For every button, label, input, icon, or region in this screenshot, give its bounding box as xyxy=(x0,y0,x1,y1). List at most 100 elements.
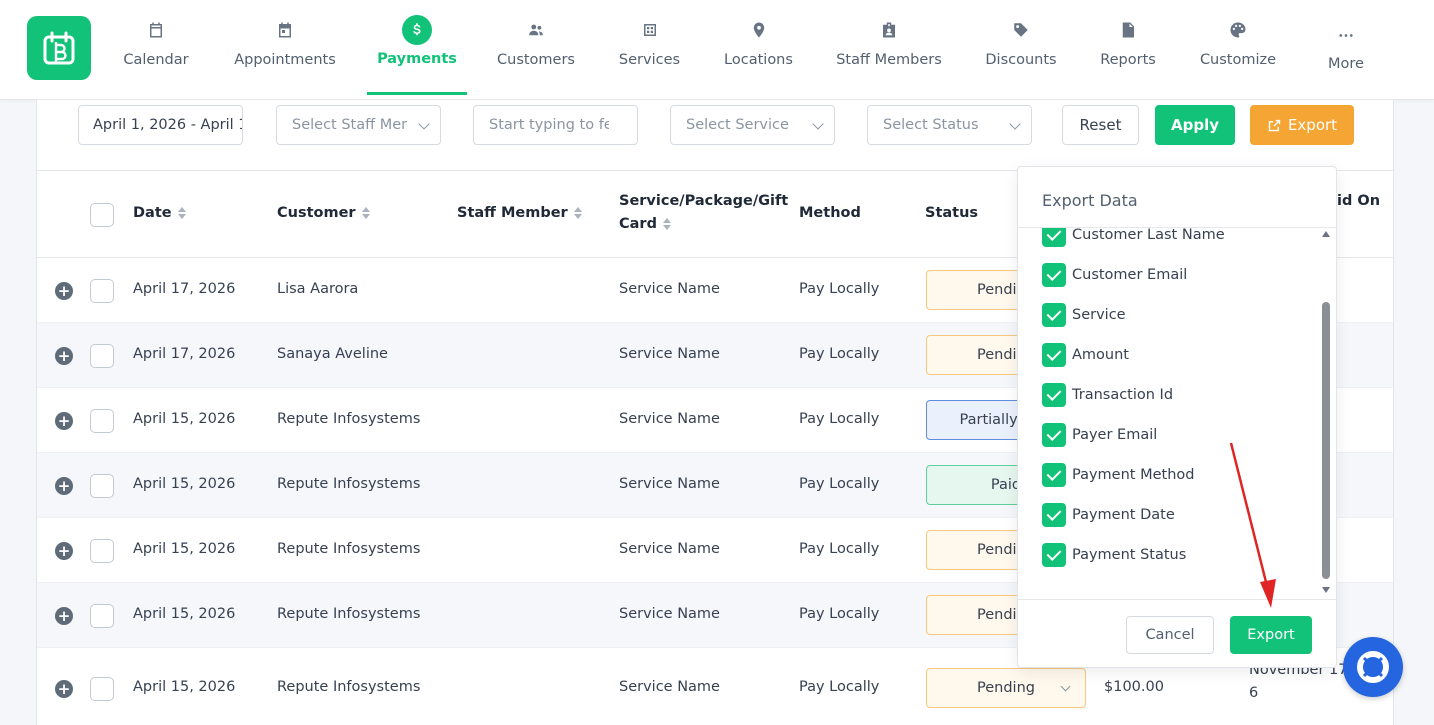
staff-member-select[interactable]: Select Staff Member xyxy=(276,105,441,145)
header-label: Date xyxy=(133,205,172,221)
sort-icon xyxy=(177,207,186,219)
checkbox-checked-icon[interactable] xyxy=(1042,263,1066,287)
nav-reports[interactable]: Reports xyxy=(1094,14,1162,94)
checkbox-checked-icon[interactable] xyxy=(1042,303,1066,327)
expand-row-icon[interactable]: + xyxy=(55,347,73,365)
checkbox-checked-icon[interactable] xyxy=(1042,343,1066,367)
cell-date: April 15, 2026 xyxy=(133,541,236,557)
header-staff-member[interactable]: Staff Member xyxy=(457,202,582,225)
nav-customers[interactable]: Customers xyxy=(493,14,579,94)
expand-row-icon[interactable]: + xyxy=(55,680,73,698)
status-select[interactable]: Pending xyxy=(926,668,1086,708)
expand-row-icon[interactable]: + xyxy=(55,412,73,430)
export-field-option[interactable]: Payment Date xyxy=(1042,503,1175,527)
more-dots-icon xyxy=(1330,18,1362,50)
nav-discounts[interactable]: Discounts xyxy=(982,14,1060,94)
expand-row-icon[interactable]: + xyxy=(55,477,73,495)
cell-date: April 17, 2026 xyxy=(133,281,236,297)
reset-button[interactable]: Reset xyxy=(1062,105,1139,145)
services-icon xyxy=(634,14,666,46)
export-field-label: Payer Email xyxy=(1072,427,1158,443)
palette-icon xyxy=(1222,14,1254,46)
scrollbar-thumb[interactable] xyxy=(1322,302,1330,579)
checkbox-checked-icon[interactable] xyxy=(1042,543,1066,567)
export-data-panel: Export Data Customer Last Name Customer E… xyxy=(1017,166,1337,668)
report-icon xyxy=(1112,14,1144,46)
export-confirm-button[interactable]: Export xyxy=(1230,616,1312,654)
export-field-option[interactable]: Service xyxy=(1042,303,1126,327)
status-select[interactable]: Select Status xyxy=(867,105,1032,145)
export-field-label: Customer Last Name xyxy=(1072,228,1225,243)
export-field-option[interactable]: Customer Last Name xyxy=(1042,228,1225,247)
export-field-label: Payment Date xyxy=(1072,507,1175,523)
checkbox-checked-icon[interactable] xyxy=(1042,463,1066,487)
cell-method: Pay Locally xyxy=(799,281,880,297)
nav-label: Services xyxy=(618,52,681,68)
app-logo[interactable] xyxy=(27,16,91,80)
nav-label: Locations xyxy=(724,52,793,68)
scroll-up-arrow-icon[interactable] xyxy=(1322,231,1330,237)
checkbox-checked-icon[interactable] xyxy=(1042,423,1066,447)
nav-label: Discounts xyxy=(985,52,1057,68)
nav-staff-members[interactable]: Staff Members xyxy=(836,14,942,94)
row-checkbox[interactable] xyxy=(90,279,114,303)
arrow-shaft xyxy=(1229,442,1270,591)
nav-label: More xyxy=(1328,56,1364,72)
service-select[interactable]: Select Service xyxy=(670,105,835,145)
row-checkbox[interactable] xyxy=(90,344,114,368)
cell-amount: $100.00 xyxy=(1104,679,1164,695)
select-all-checkbox[interactable] xyxy=(90,203,114,227)
header-date[interactable]: Date xyxy=(133,202,186,225)
nav-customize[interactable]: Customize xyxy=(1195,14,1281,94)
tag-icon xyxy=(1005,14,1037,46)
export-field-option[interactable]: Customer Email xyxy=(1042,263,1187,287)
cell-service: Service Name xyxy=(619,411,720,427)
apply-button[interactable]: Apply xyxy=(1155,105,1235,145)
scroll-down-arrow-icon[interactable] xyxy=(1322,587,1330,593)
export-button[interactable]: Export xyxy=(1250,105,1354,145)
row-checkbox[interactable] xyxy=(90,409,114,433)
nav-label: Customers xyxy=(497,52,575,68)
row-checkbox[interactable] xyxy=(90,539,114,563)
export-field-label: Payment Status xyxy=(1072,547,1187,563)
header-label: Service/Package/Gift Card xyxy=(619,193,789,232)
staff-badge-icon xyxy=(873,14,905,46)
nav-payments[interactable]: Payments xyxy=(367,14,467,94)
header-customer[interactable]: Customer xyxy=(277,202,370,225)
chevron-down-icon xyxy=(1060,681,1071,692)
date-range-picker[interactable]: April 1, 2026 - April 17, 2026 xyxy=(78,105,243,145)
checkbox-checked-icon[interactable] xyxy=(1042,383,1066,407)
cancel-button[interactable]: Cancel xyxy=(1126,616,1214,654)
expand-row-icon[interactable]: + xyxy=(55,282,73,300)
checkbox-checked-icon[interactable] xyxy=(1042,503,1066,527)
cell-customer: Repute Infosystems xyxy=(277,541,421,557)
nav-label: Reports xyxy=(1100,52,1156,68)
export-field-option[interactable]: Transaction Id xyxy=(1042,383,1173,407)
customer-search-input[interactable]: Start typing to fetch customer xyxy=(473,105,638,145)
help-support-button[interactable] xyxy=(1343,637,1403,697)
nav-appointments[interactable]: Appointments xyxy=(230,14,340,94)
nav-calendar[interactable]: Calendar xyxy=(116,14,196,94)
header-status: Status xyxy=(925,205,979,221)
nav-services[interactable]: Services xyxy=(612,14,687,94)
divider xyxy=(1018,599,1336,600)
export-field-option[interactable]: Payment Method xyxy=(1042,463,1194,487)
expand-row-icon[interactable]: + xyxy=(55,542,73,560)
header-service[interactable]: Service/Package/Gift Card xyxy=(619,190,788,236)
export-field-option[interactable]: Amount xyxy=(1042,343,1129,367)
export-field-option[interactable]: Payer Email xyxy=(1042,423,1157,447)
checkbox-checked-icon[interactable] xyxy=(1042,228,1066,247)
chevron-down-icon xyxy=(812,118,824,130)
nav-locations[interactable]: Locations xyxy=(721,14,796,94)
export-field-label: Transaction Id xyxy=(1072,387,1174,403)
export-field-option[interactable]: Payment Status xyxy=(1042,543,1186,567)
expand-row-icon[interactable]: + xyxy=(55,607,73,625)
annotation-arrow xyxy=(1229,442,1276,608)
row-checkbox[interactable] xyxy=(90,677,114,701)
row-checkbox[interactable] xyxy=(90,604,114,628)
nav-more[interactable]: More xyxy=(1316,18,1376,98)
row-checkbox[interactable] xyxy=(90,474,114,498)
nav-label: Calendar xyxy=(123,52,189,68)
cell-method: Pay Locally xyxy=(799,476,880,492)
cell-service: Service Name xyxy=(619,679,720,695)
